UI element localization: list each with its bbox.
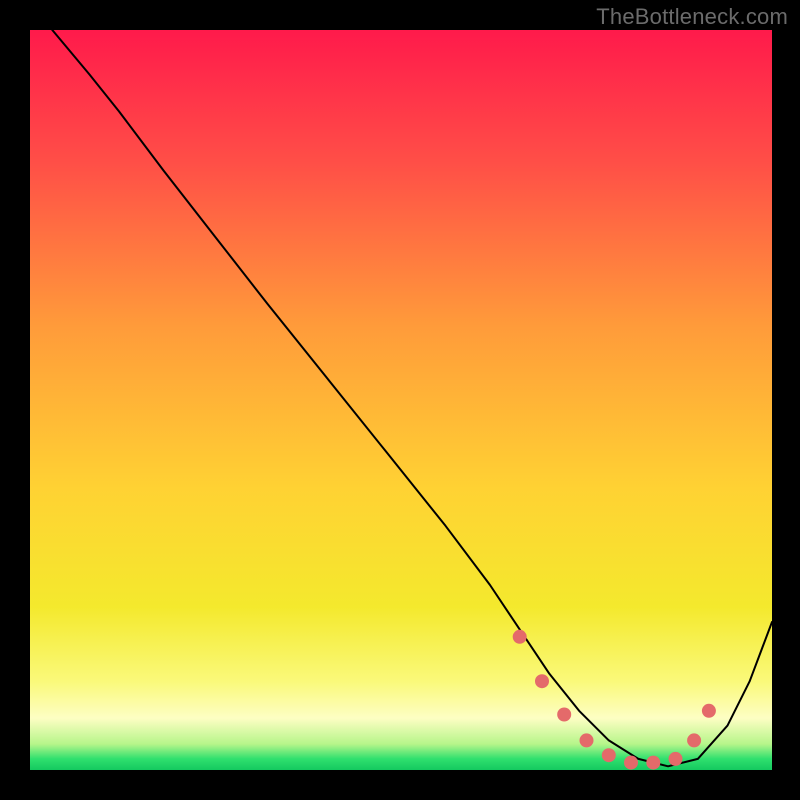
optimal-marker <box>669 752 683 766</box>
watermark-text: TheBottleneck.com <box>596 4 788 30</box>
optimal-marker <box>646 756 660 770</box>
optimal-marker <box>580 733 594 747</box>
optimal-marker <box>624 756 638 770</box>
chart-container: TheBottleneck.com <box>0 0 800 800</box>
chart-svg <box>0 0 800 800</box>
optimal-marker <box>513 630 527 644</box>
optimal-marker <box>557 708 571 722</box>
optimal-marker <box>535 674 549 688</box>
optimal-marker <box>702 704 716 718</box>
optimal-marker <box>602 748 616 762</box>
optimal-marker <box>687 733 701 747</box>
